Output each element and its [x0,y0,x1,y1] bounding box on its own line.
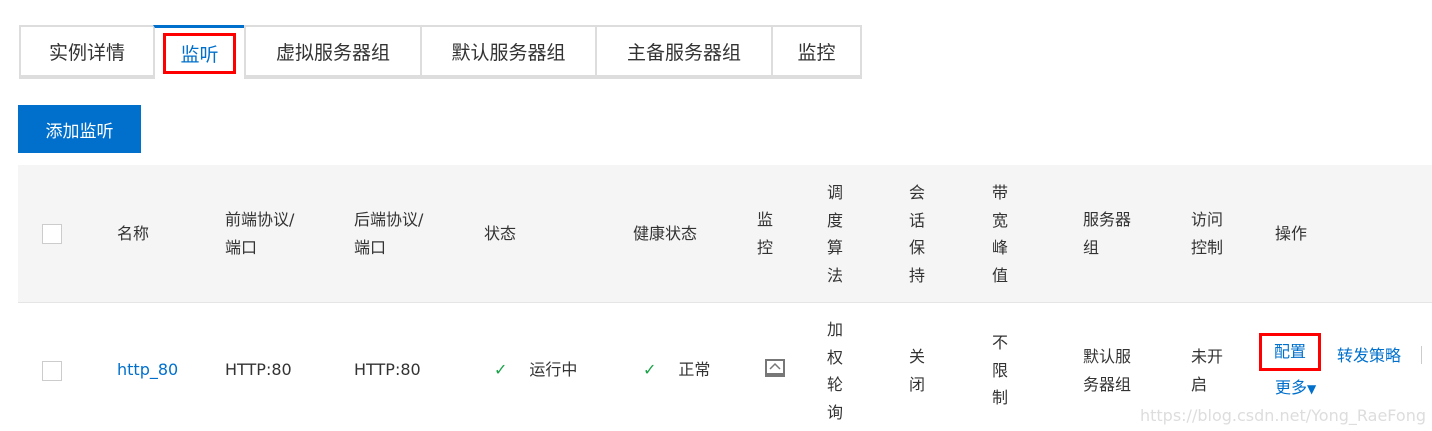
health-text: 正常 [678,360,711,379]
header-session: 会话保持 [908,183,925,285]
header-name: 名称 [117,224,150,243]
header-acl-2: 控制 [1191,238,1224,257]
status-text: 运行中 [529,360,578,379]
header-monitor: 监控 [756,210,773,257]
more-dropdown[interactable]: 更多▼ [1275,374,1316,403]
front-protocol: HTTP:80 [225,360,292,379]
header-front-2: 端口 [225,238,258,257]
select-all-checkbox[interactable] [42,224,62,244]
acl-2: 启 [1191,375,1208,394]
header-acl: 访问 控制 [1191,206,1223,262]
forward-policy-link[interactable]: 转发策略 [1337,342,1401,370]
header-status: 状态 [484,224,517,243]
acl: 未开启 [1191,343,1223,399]
row-checkbox[interactable] [42,361,62,381]
header-acl-1: 访问 [1191,210,1224,229]
header-health: 健康状态 [633,224,698,243]
table-header: 名称 前端协议/端口 后端协议/端口 状态 健康状态 监控 调度算法 会话保持 … [18,165,1432,303]
header-bandwidth: 带宽峰值 [991,183,1008,285]
check-icon: ✓ [494,360,508,379]
tab-default-server-group[interactable]: 默认服务器组 [420,25,595,77]
header-group-2: 组 [1083,238,1100,257]
header-front-1: 前端协议/ [225,210,295,229]
tab-monitoring[interactable]: 监控 [771,25,862,77]
divider [1421,346,1422,364]
bandwidth: 不限制 [991,333,1008,407]
tab-bar: 实例详情 监听 虚拟服务器组 默认服务器组 主备服务器组 监控 [19,25,862,79]
session: 关闭 [908,347,925,394]
status: ✓ 运行中 [494,356,577,384]
header-back-1: 后端协议/ [354,210,424,229]
header-actions: 操作 [1275,224,1308,243]
header-front: 前端协议/端口 [225,206,294,262]
server-group: 默认服 务器组 [1083,343,1131,399]
header-back-2: 端口 [354,238,387,257]
acl-1: 未开 [1191,347,1224,366]
tab-listeners-label: 监听 [163,33,236,74]
tab-master-slave-group[interactable]: 主备服务器组 [595,25,771,77]
monitor-chart-icon[interactable] [765,359,785,377]
header-group-1: 服务器 [1083,210,1132,229]
check-icon: ✓ [643,360,657,379]
algo: 加权轮询 [826,320,843,422]
more-label: 更多 [1275,378,1308,397]
tab-listeners[interactable]: 监听 [153,25,244,79]
listener-name-link[interactable]: http_80 [117,356,178,384]
tab-instance-details[interactable]: 实例详情 [19,25,153,77]
add-listener-button[interactable]: 添加监听 [18,105,141,153]
back-protocol: HTTP:80 [354,360,421,379]
header-back: 后端协议/端口 [354,206,423,262]
header-group: 服务器组 [1083,206,1131,262]
config-link[interactable]: 配置 [1258,333,1322,371]
tab-vserver-groups[interactable]: 虚拟服务器组 [244,25,420,77]
server-group-2: 务器组 [1083,375,1132,394]
watermark: https://blog.csdn.net/Yong_RaeFong [1139,406,1426,425]
health: ✓ 正常 [643,356,710,384]
caret-down-icon: ▼ [1307,382,1317,396]
header-algo: 调度算法 [826,183,843,285]
server-group-1: 默认服 [1083,347,1132,366]
